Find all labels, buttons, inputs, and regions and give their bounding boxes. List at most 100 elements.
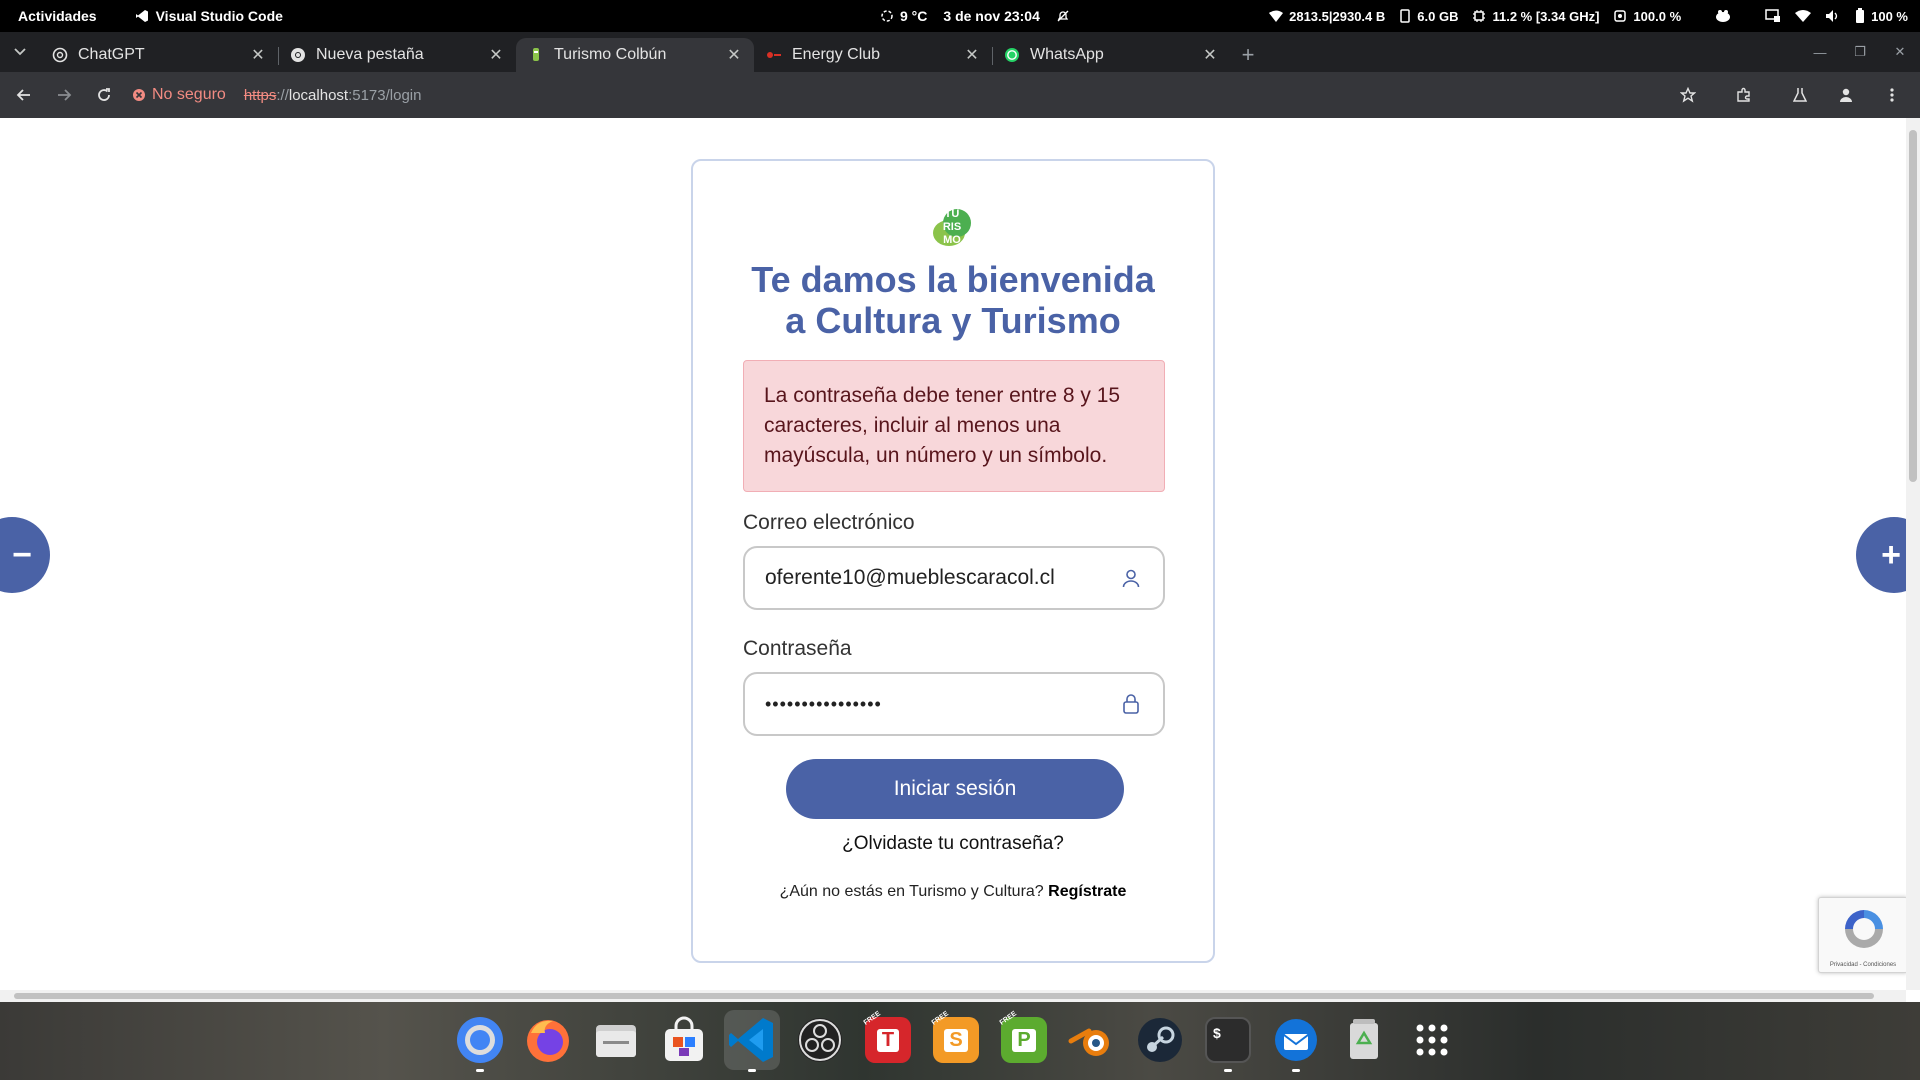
- presentations-letter: P: [1012, 1028, 1036, 1052]
- dock-steam[interactable]: [1132, 1010, 1188, 1070]
- password-field[interactable]: ••••••••••••••••: [743, 672, 1165, 736]
- back-button[interactable]: [6, 77, 42, 113]
- tab-turismo-colbun[interactable]: Turismo Colbún ✕: [516, 38, 754, 72]
- new-tab-button[interactable]: +: [1230, 38, 1266, 72]
- maximize-icon[interactable]: ❐: [1840, 44, 1880, 60]
- reload-button[interactable]: [86, 77, 122, 113]
- dock-chrome[interactable]: [452, 1010, 508, 1072]
- obs-icon: [798, 1018, 842, 1062]
- url-separator: ://: [276, 86, 289, 104]
- dock-terminal[interactable]: $: [1200, 1010, 1256, 1072]
- close-tab-icon[interactable]: ✕: [724, 45, 744, 65]
- profile-button[interactable]: [1828, 77, 1864, 113]
- close-window-icon[interactable]: ✕: [1880, 44, 1920, 60]
- wifi-status-icon: [1795, 10, 1812, 22]
- forgot-password-link[interactable]: ¿Olvidaste tu contraseña?: [693, 833, 1213, 855]
- cpu2-usage: 100.0 %: [1633, 8, 1682, 24]
- wifi-icon: [1269, 10, 1284, 22]
- textmaker-letter: T: [876, 1028, 900, 1052]
- close-tab-icon[interactable]: ✕: [486, 45, 506, 65]
- forward-button[interactable]: [46, 77, 82, 113]
- login-button[interactable]: Iniciar sesión: [786, 759, 1124, 819]
- memory-usage: 6.0 GB: [1417, 8, 1459, 24]
- battery-level: 100 %: [1871, 8, 1908, 24]
- zoom-out-button[interactable]: −: [0, 517, 50, 593]
- signup-link[interactable]: Regístrate: [1048, 883, 1126, 900]
- activities-button[interactable]: Actividades: [18, 8, 97, 24]
- vertical-scrollbar[interactable]: [1906, 118, 1920, 990]
- dock-planmaker[interactable]: S FREE: [928, 1010, 984, 1070]
- address-bar[interactable]: No seguro https://localhost:5173/login: [120, 78, 1720, 112]
- reload-icon: [98, 88, 110, 101]
- dock-files[interactable]: [588, 1010, 644, 1070]
- star-icon: [1680, 87, 1696, 103]
- dock-trash[interactable]: [1336, 1010, 1392, 1070]
- signup-prompt: ¿Aún no estás en Turismo y Cultura? Regí…: [693, 883, 1213, 901]
- tab-title: WhatsApp: [1030, 46, 1104, 63]
- blender-icon: [1068, 1028, 1109, 1056]
- dock-textmaker[interactable]: T FREE: [860, 1010, 916, 1070]
- whatsapp-icon: [1004, 47, 1020, 63]
- clock: 3 de nov 23:04: [943, 8, 1040, 24]
- dock-obs[interactable]: [792, 1010, 848, 1070]
- email-value: oferente10@mueblescaracol.cl: [765, 566, 1055, 589]
- minus-icon: −: [12, 535, 32, 574]
- password-label: Contraseña: [743, 637, 852, 660]
- vertical-scroll-thumb[interactable]: [1909, 130, 1917, 482]
- close-tab-icon[interactable]: ✕: [1200, 45, 1220, 65]
- arrow-left-icon: [16, 89, 30, 101]
- close-tab-icon[interactable]: ✕: [248, 45, 268, 65]
- dock-software[interactable]: [656, 1010, 712, 1070]
- trash-icon: [1350, 1019, 1378, 1059]
- warning-icon: [133, 89, 145, 101]
- tab-nueva-pestana[interactable]: Nueva pestaña ✕: [278, 38, 516, 72]
- recaptcha-links[interactable]: Privacidad - Condiciones: [1819, 962, 1907, 968]
- extensions-button[interactable]: [1726, 77, 1762, 113]
- tab-search-button[interactable]: [0, 32, 40, 72]
- tab-title: ChatGPT: [78, 46, 145, 63]
- firefox-icon: [527, 1020, 569, 1062]
- title-line-1: Te damos la bienvenida: [751, 259, 1155, 300]
- dock-firefox[interactable]: [520, 1010, 576, 1070]
- shopping-bag-icon: [665, 1016, 703, 1061]
- security-label: No seguro: [152, 86, 226, 103]
- url-text[interactable]: https://localhost:5173/login: [244, 87, 422, 104]
- close-tab-icon[interactable]: ✕: [962, 45, 982, 65]
- turismo-logo: TU RIS MO: [929, 203, 975, 249]
- tab-title: Turismo Colbún: [554, 46, 667, 63]
- user-icon: [1119, 566, 1143, 590]
- page-title: Te damos la bienvenida a Cultura y Turis…: [693, 259, 1213, 341]
- url-host: localhost: [288, 86, 349, 104]
- dock-thunderbird[interactable]: [1268, 1010, 1324, 1072]
- labs-button[interactable]: [1782, 77, 1818, 113]
- menu-button[interactable]: [1874, 77, 1910, 113]
- bookmark-button[interactable]: [1670, 77, 1706, 113]
- cpu-icon: [1472, 9, 1486, 23]
- horizontal-scrollbar[interactable]: [0, 990, 1906, 1002]
- dock-presentations[interactable]: P FREE: [996, 1010, 1052, 1070]
- password-value: ••••••••••••••••: [765, 693, 882, 714]
- steam-icon: [1138, 1018, 1182, 1062]
- extension-indicator-icon[interactable]: [1715, 9, 1731, 23]
- dock-blender[interactable]: [1064, 1010, 1120, 1070]
- clock-area[interactable]: 9 °C 3 de nov 23:04: [880, 8, 1070, 24]
- minimize-icon[interactable]: —: [1800, 45, 1840, 60]
- running-indicator: [748, 1069, 756, 1072]
- dock-vscode[interactable]: [724, 1010, 780, 1072]
- email-label: Correo electrónico: [743, 511, 915, 534]
- horizontal-scroll-thumb[interactable]: [14, 993, 1874, 999]
- dock-app-grid[interactable]: [1404, 1010, 1460, 1070]
- turismo-favicon: [528, 47, 544, 63]
- email-field[interactable]: oferente10@mueblescaracol.cl: [743, 546, 1165, 610]
- app-menu[interactable]: Visual Studio Code: [135, 8, 283, 24]
- password-error-alert: La contraseña debe tener entre 8 y 15 ca…: [743, 360, 1165, 492]
- terminal-icon: $: [1205, 1017, 1251, 1063]
- tab-chatgpt[interactable]: ChatGPT ✕: [40, 38, 279, 72]
- recaptcha-badge[interactable]: Privacidad - Condiciones: [1818, 897, 1908, 973]
- tab-energy-club[interactable]: Energy Club ✕: [754, 38, 993, 72]
- network-speed: 2813.5|2930.4 B: [1289, 8, 1386, 24]
- tab-whatsapp[interactable]: WhatsApp ✕: [992, 38, 1230, 72]
- security-indicator[interactable]: No seguro: [132, 86, 226, 104]
- logo-text-line1: TU: [945, 208, 960, 220]
- chatgpt-icon: [52, 47, 68, 63]
